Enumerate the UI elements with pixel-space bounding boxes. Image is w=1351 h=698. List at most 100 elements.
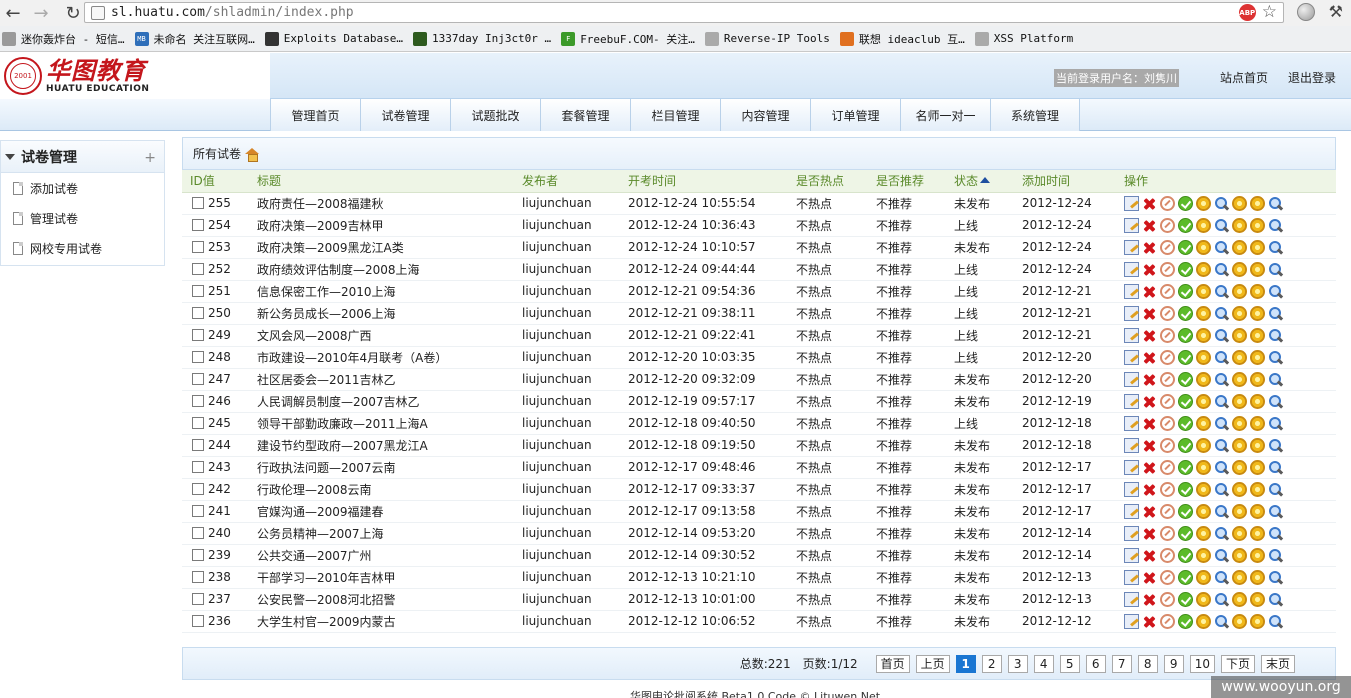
stop-icon[interactable] xyxy=(1160,217,1175,233)
search-icon[interactable] xyxy=(1268,394,1283,409)
row-hot[interactable]: 不热点 xyxy=(794,478,874,501)
gear-icon[interactable] xyxy=(1250,415,1265,431)
search-icon[interactable] xyxy=(1214,614,1229,629)
gear-icon[interactable] xyxy=(1196,459,1211,475)
row-checkbox[interactable] xyxy=(192,593,204,605)
delete-icon[interactable] xyxy=(1142,482,1157,497)
gear-icon[interactable] xyxy=(1196,481,1211,497)
stop-icon[interactable] xyxy=(1160,305,1175,321)
gear-icon[interactable] xyxy=(1250,195,1265,211)
search-icon[interactable] xyxy=(1214,218,1229,233)
col-added[interactable]: 添加时间 xyxy=(1020,170,1124,193)
gear-icon[interactable] xyxy=(1250,305,1265,321)
search-icon[interactable] xyxy=(1214,460,1229,475)
row-hot[interactable]: 不热点 xyxy=(794,324,874,347)
row-hot[interactable]: 不热点 xyxy=(794,390,874,413)
gear-icon[interactable] xyxy=(1196,371,1211,387)
row-checkbox[interactable] xyxy=(192,527,204,539)
search-icon[interactable] xyxy=(1268,614,1283,629)
sort-asc-icon[interactable] xyxy=(980,177,991,184)
stop-icon[interactable] xyxy=(1160,503,1175,519)
nav-item-4[interactable]: 栏目管理 xyxy=(630,99,720,131)
gear-icon[interactable] xyxy=(1250,261,1265,277)
row-recommend[interactable]: 不推荐 xyxy=(874,280,952,303)
gear-icon[interactable] xyxy=(1232,547,1247,563)
search-icon[interactable] xyxy=(1214,372,1229,387)
gear-icon[interactable] xyxy=(1196,305,1211,321)
edit-icon[interactable] xyxy=(1124,481,1139,497)
row-hot[interactable]: 不热点 xyxy=(794,302,874,325)
gear-icon[interactable] xyxy=(1250,613,1265,629)
bookmark-item[interactable]: XSS Platform xyxy=(973,26,1081,52)
nav-item-8[interactable]: 系统管理 xyxy=(990,99,1080,131)
row-hot[interactable]: 不热点 xyxy=(794,588,874,611)
row-status[interactable]: 未发布 xyxy=(952,456,1020,479)
row-hot[interactable]: 不热点 xyxy=(794,236,874,259)
row-status[interactable]: 上线 xyxy=(952,258,1020,281)
search-icon[interactable] xyxy=(1214,482,1229,497)
gear-icon[interactable] xyxy=(1250,437,1265,453)
row-status[interactable]: 未发布 xyxy=(952,368,1020,391)
delete-icon[interactable] xyxy=(1142,372,1157,387)
row-status[interactable]: 未发布 xyxy=(952,500,1020,523)
gear-icon[interactable] xyxy=(1232,283,1247,299)
row-checkbox[interactable] xyxy=(192,395,204,407)
row-title[interactable]: 文风会风—2008广西 xyxy=(251,324,520,347)
stop-icon[interactable] xyxy=(1160,437,1175,453)
bookmark-item[interactable]: Exploits Database… xyxy=(263,26,411,52)
approve-icon[interactable] xyxy=(1178,591,1193,607)
last-page-button[interactable]: 末页 xyxy=(1260,654,1295,673)
gear-icon[interactable] xyxy=(1232,437,1247,453)
row-title[interactable]: 政府决策—2009黑龙江A类 xyxy=(251,236,520,259)
row-title[interactable]: 社区居委会—2011吉林乙 xyxy=(251,368,520,391)
globe-icon[interactable] xyxy=(1296,2,1315,21)
row-status[interactable]: 未发布 xyxy=(952,236,1020,259)
edit-icon[interactable] xyxy=(1124,217,1139,233)
row-recommend[interactable]: 不推荐 xyxy=(874,478,952,501)
delete-icon[interactable] xyxy=(1142,438,1157,453)
gear-icon[interactable] xyxy=(1232,481,1247,497)
search-icon[interactable] xyxy=(1214,328,1229,343)
row-status[interactable]: 未发布 xyxy=(952,610,1020,633)
approve-icon[interactable] xyxy=(1178,349,1193,365)
edit-icon[interactable] xyxy=(1124,503,1139,519)
gear-icon[interactable] xyxy=(1250,525,1265,541)
edit-icon[interactable] xyxy=(1124,305,1139,321)
row-recommend[interactable]: 不推荐 xyxy=(874,500,952,523)
prev-page-button[interactable]: 上页 xyxy=(915,654,950,673)
delete-icon[interactable] xyxy=(1142,328,1157,343)
search-icon[interactable] xyxy=(1214,438,1229,453)
row-checkbox[interactable] xyxy=(192,615,204,627)
delete-icon[interactable] xyxy=(1142,614,1157,629)
search-icon[interactable] xyxy=(1214,350,1229,365)
approve-icon[interactable] xyxy=(1178,569,1193,585)
nav-item-2[interactable]: 试题批改 xyxy=(450,99,540,131)
row-checkbox[interactable] xyxy=(192,373,204,385)
stop-icon[interactable] xyxy=(1160,569,1175,585)
gear-icon[interactable] xyxy=(1250,569,1265,585)
page-number-button[interactable]: 8 xyxy=(1137,654,1158,673)
approve-icon[interactable] xyxy=(1178,261,1193,277)
search-icon[interactable] xyxy=(1268,570,1283,585)
gear-icon[interactable] xyxy=(1232,525,1247,541)
row-status[interactable]: 上线 xyxy=(952,280,1020,303)
approve-icon[interactable] xyxy=(1178,459,1193,475)
edit-icon[interactable] xyxy=(1124,349,1139,365)
gear-icon[interactable] xyxy=(1250,327,1265,343)
row-title[interactable]: 信息保密工作—2010上海 xyxy=(251,280,520,303)
col-recommend[interactable]: 是否推荐 xyxy=(874,170,952,193)
row-recommend[interactable]: 不推荐 xyxy=(874,368,952,391)
col-publisher[interactable]: 发布者 xyxy=(520,170,622,193)
reload-icon[interactable]: ↻ xyxy=(62,2,84,24)
logout-link[interactable]: 退出登录 xyxy=(1288,69,1336,86)
row-hot[interactable]: 不热点 xyxy=(794,544,874,567)
row-title[interactable]: 政府决策—2009吉林甲 xyxy=(251,214,520,237)
edit-icon[interactable] xyxy=(1124,459,1139,475)
row-recommend[interactable]: 不推荐 xyxy=(874,544,952,567)
row-checkbox[interactable] xyxy=(192,461,204,473)
nav-item-5[interactable]: 内容管理 xyxy=(720,99,810,131)
row-title[interactable]: 市政建设—2010年4月联考（A卷） xyxy=(251,346,520,369)
sidebar-item[interactable]: 管理试卷 xyxy=(1,203,164,233)
row-title[interactable]: 政府绩效评估制度—2008上海 xyxy=(251,258,520,281)
stop-icon[interactable] xyxy=(1160,459,1175,475)
